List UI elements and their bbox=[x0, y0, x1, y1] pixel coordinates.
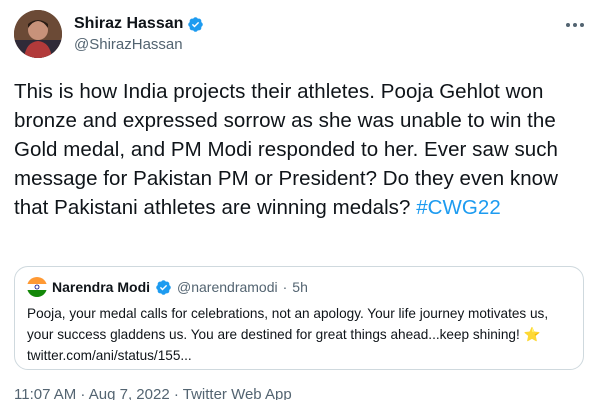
hashtag-link[interactable]: #CWG22 bbox=[416, 196, 501, 219]
quoted-tweet-time[interactable]: 5h bbox=[292, 279, 308, 295]
more-options-icon[interactable] bbox=[564, 14, 586, 36]
tweet-timestamp[interactable]: 11:07 AM · Aug 7, 2022 · Twitter Web App bbox=[14, 386, 292, 400]
tweet-text: This is how India projects their athlete… bbox=[14, 77, 590, 222]
author-names: Shiraz Hassan @ShirazHassan bbox=[74, 14, 204, 53]
star-emoji-icon: ⭐ bbox=[523, 327, 541, 342]
author-handle[interactable]: @ShirazHassan bbox=[74, 36, 204, 53]
verified-badge-icon bbox=[188, 16, 204, 32]
quoted-tweet[interactable]: Narendra Modi @narendramodi · 5h Pooja, … bbox=[14, 266, 584, 370]
author-display-name[interactable]: Shiraz Hassan bbox=[74, 15, 183, 33]
quoted-tweet-header: Narendra Modi @narendramodi · 5h bbox=[27, 277, 571, 297]
flag-avatar-icon bbox=[27, 277, 47, 297]
quoted-author-handle[interactable]: @narendramodi bbox=[177, 279, 278, 295]
author-avatar[interactable] bbox=[14, 10, 62, 58]
tweet-card: Shiraz Hassan @ShirazHassan This is how … bbox=[0, 0, 600, 400]
quoted-tweet-body: Pooja, your medal calls for celebrations… bbox=[27, 306, 549, 342]
verified-badge-icon bbox=[156, 279, 171, 295]
quoted-author-avatar[interactable] bbox=[27, 277, 47, 297]
separator-dot: · bbox=[282, 279, 288, 295]
quoted-tweet-link[interactable]: twitter.com/ani/status/155... bbox=[27, 348, 192, 363]
quoted-tweet-text: Pooja, your medal calls for celebrations… bbox=[27, 303, 572, 366]
profile-photo-icon bbox=[14, 10, 62, 58]
tweet-header: Shiraz Hassan @ShirazHassan bbox=[14, 10, 586, 62]
quoted-author-name[interactable]: Narendra Modi bbox=[52, 279, 150, 295]
